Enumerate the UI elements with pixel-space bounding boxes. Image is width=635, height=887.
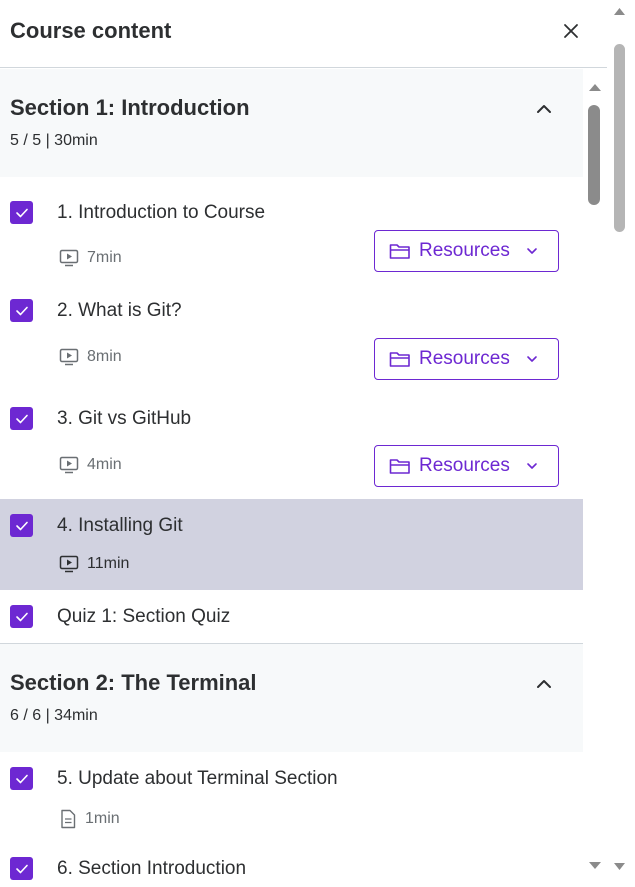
completion-checkbox[interactable] <box>10 407 33 430</box>
check-icon <box>15 774 28 783</box>
quiz-title: Quiz 1: Section Quiz <box>57 606 231 627</box>
file-icon <box>61 809 76 829</box>
video-icon <box>59 348 79 366</box>
lecture-duration: 4min <box>59 456 122 474</box>
chevron-up-icon[interactable] <box>534 674 554 694</box>
lecture-title: 6. Section Introduction <box>57 858 247 879</box>
chevron-up-icon[interactable] <box>534 99 554 119</box>
section-header-2[interactable]: Section 2: The Terminal 6 / 6 | 34min <box>0 644 583 752</box>
lecture-item[interactable]: 1. Introduction to Course 7min Resources <box>0 177 583 284</box>
chevron-down-icon <box>527 463 537 469</box>
lecture-title: 4. Installing Git <box>57 515 183 536</box>
completion-checkbox[interactable] <box>10 857 33 880</box>
resources-label: Resources <box>419 455 510 476</box>
section-meta: 5 / 5 | 30min <box>10 132 98 149</box>
video-icon <box>59 249 79 267</box>
section-title: Section 1: Introduction <box>10 95 250 120</box>
duration-text: 4min <box>87 456 122 473</box>
video-icon <box>59 456 79 474</box>
lecture-title: 1. Introduction to Course <box>57 202 266 223</box>
lecture-duration: 8min <box>59 348 122 366</box>
check-icon <box>15 612 28 621</box>
lecture-title: 2. What is Git? <box>57 300 182 321</box>
duration-text: 1min <box>85 810 120 827</box>
duration-text: 11min <box>87 555 130 572</box>
close-icon <box>564 24 578 38</box>
check-icon <box>15 414 28 423</box>
scroll-down-arrow-icon[interactable] <box>588 861 602 871</box>
folder-icon <box>389 244 410 259</box>
lecture-item-active[interactable]: 4. Installing Git 11min <box>0 499 583 590</box>
folder-icon <box>389 459 410 474</box>
lecture-duration: 11min <box>59 555 129 573</box>
completion-checkbox[interactable] <box>10 514 33 537</box>
lecture-duration: 1min <box>59 809 120 829</box>
lecture-item[interactable]: 6. Section Introduction <box>0 839 583 887</box>
check-icon <box>15 864 28 873</box>
lecture-title: 3. Git vs GitHub <box>57 408 192 429</box>
check-icon <box>15 521 28 530</box>
scroll-down-arrow-icon[interactable] <box>613 862 626 872</box>
quiz-item[interactable]: Quiz 1: Section Quiz <box>0 590 583 643</box>
completion-checkbox[interactable] <box>10 605 33 628</box>
course-content-header: Course content <box>0 0 607 68</box>
section-header-1[interactable]: Section 1: Introduction 5 / 5 | 30min <box>0 69 583 177</box>
resources-button[interactable]: Resources <box>374 230 559 272</box>
section-meta: 6 / 6 | 34min <box>10 707 98 724</box>
resources-label: Resources <box>419 348 510 369</box>
page-scrollbar[interactable] <box>607 0 635 887</box>
resources-button[interactable]: Resources <box>374 445 559 487</box>
folder-icon <box>389 352 410 367</box>
section-title: Section 2: The Terminal <box>10 670 257 695</box>
header-title: Course content <box>10 18 172 43</box>
scroll-up-arrow-icon[interactable] <box>588 82 602 92</box>
page-scrollbar-thumb[interactable] <box>614 44 625 232</box>
completion-checkbox[interactable] <box>10 299 33 322</box>
completion-checkbox[interactable] <box>10 767 33 790</box>
lecture-item[interactable]: 3. Git vs GitHub 4min Resources <box>0 392 583 499</box>
video-icon <box>59 555 79 573</box>
check-icon <box>15 306 28 315</box>
check-icon <box>15 208 28 217</box>
lecture-duration: 7min <box>59 249 122 267</box>
lecture-title: 5. Update about Terminal Section <box>57 768 338 789</box>
chevron-down-icon <box>527 356 537 362</box>
content-scrollbar-thumb[interactable] <box>588 105 600 205</box>
completion-checkbox[interactable] <box>10 201 33 224</box>
course-content-list: Section 1: Introduction 5 / 5 | 30min 1.… <box>0 69 583 887</box>
content-scrollbar[interactable] <box>583 69 607 887</box>
duration-text: 7min <box>87 249 122 266</box>
resources-label: Resources <box>419 240 510 261</box>
lecture-item[interactable]: 5. Update about Terminal Section 1min <box>0 752 583 839</box>
scroll-up-arrow-icon[interactable] <box>613 6 626 16</box>
resources-button[interactable]: Resources <box>374 338 559 380</box>
chevron-down-icon <box>527 248 537 254</box>
duration-text: 8min <box>87 348 122 365</box>
lecture-item[interactable]: 2. What is Git? 8min Resources <box>0 284 583 392</box>
close-button[interactable] <box>559 19 583 43</box>
